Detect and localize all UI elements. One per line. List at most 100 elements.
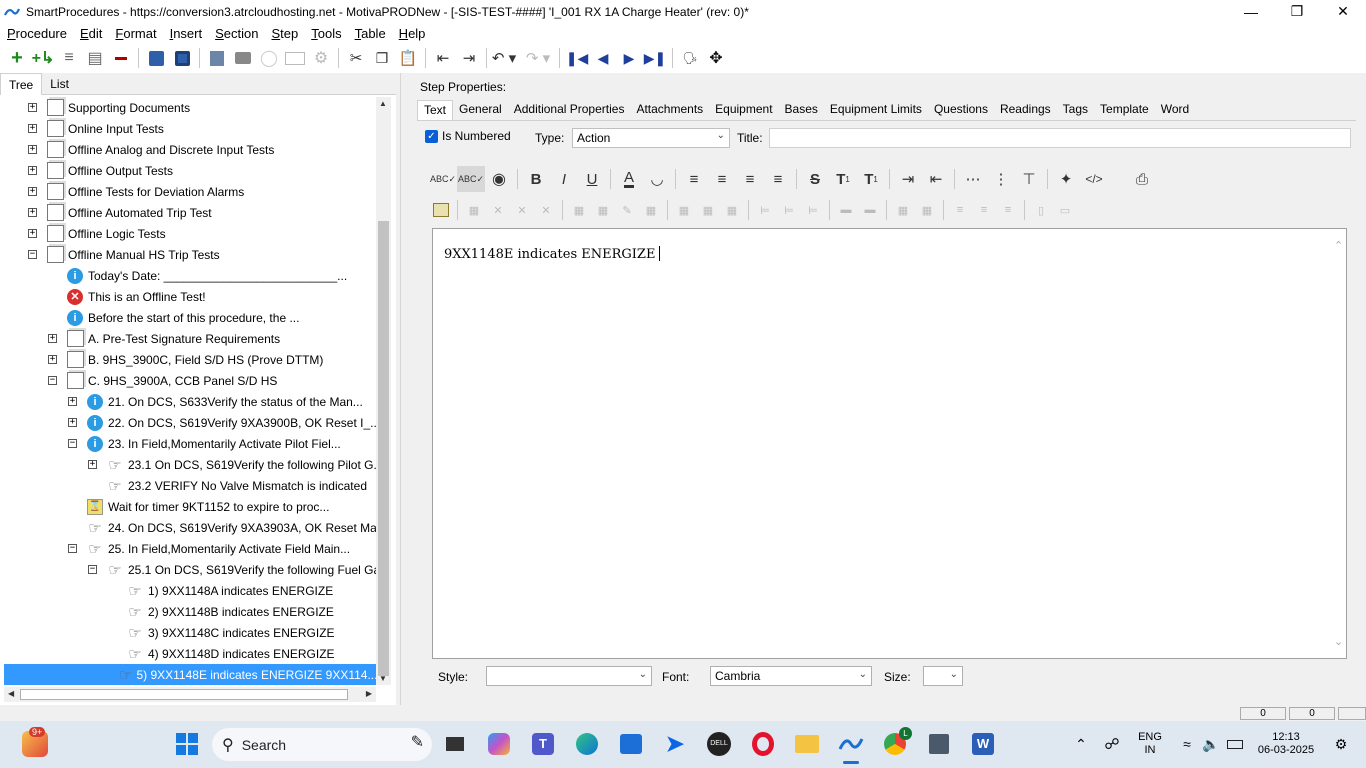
- strikethrough-icon[interactable]: S: [801, 166, 829, 192]
- export-icon[interactable]: [204, 45, 230, 71]
- expand-icon[interactable]: +: [88, 460, 97, 469]
- expand-icon[interactable]: +: [28, 208, 37, 217]
- menu-edit[interactable]: Edit: [80, 26, 102, 41]
- increase-indent-icon[interactable]: ⇥: [894, 166, 922, 192]
- tab-text[interactable]: Text: [417, 100, 454, 120]
- menu-format[interactable]: Format: [115, 26, 156, 41]
- scroll-thumb[interactable]: [378, 221, 389, 676]
- align-center-icon[interactable]: ≡: [708, 166, 736, 192]
- paste-icon[interactable]: 📋: [395, 45, 421, 71]
- expand-icon[interactable]: +: [48, 334, 57, 343]
- size-select[interactable]: ⌄: [923, 666, 963, 686]
- tree-node[interactable]: − ☞ 25. In Field,Momentarily Activate Fiel…: [68, 538, 350, 559]
- maximize-button[interactable]: ❐: [1274, 0, 1320, 23]
- align-left-icon[interactable]: ≡: [680, 166, 708, 192]
- tree-node[interactable]: + i 21. On DCS, S633Verify the status of t…: [68, 391, 363, 412]
- tree-node[interactable]: ☞ 2) 9XX1148B indicates ENERGIZE: [108, 601, 334, 622]
- tree-horizontal-scrollbar[interactable]: ◀ ▶: [4, 687, 376, 702]
- indent-icon[interactable]: ⇥: [456, 45, 482, 71]
- tab-template[interactable]: Template: [1094, 100, 1155, 120]
- collapse-icon[interactable]: −: [28, 250, 37, 259]
- spell-check-icon[interactable]: ABC✓: [429, 166, 457, 192]
- opera-icon[interactable]: [748, 729, 778, 759]
- expand-icon[interactable]: +: [68, 418, 77, 427]
- tab-word[interactable]: Word: [1155, 100, 1195, 120]
- teams-icon[interactable]: T: [528, 729, 558, 759]
- notification-center-icon[interactable]: ⚙: [1326, 729, 1356, 759]
- tree-node[interactable]: + i 22. On DCS, S619Verify 9XA3900B, OK Re…: [68, 412, 376, 433]
- scroll-right-icon[interactable]: ▶: [366, 689, 372, 698]
- tree-node[interactable]: ☞ 4) 9XX1148D indicates ENERGIZE: [108, 643, 334, 664]
- save-all-icon[interactable]: [143, 45, 169, 71]
- remove-icon[interactable]: [108, 45, 134, 71]
- step-text-editor[interactable]: 9XX1148E indicates ENERGIZE ⌃ ⌄: [432, 228, 1347, 659]
- dell-icon[interactable]: DELL: [704, 729, 734, 759]
- expand-icon[interactable]: +: [28, 124, 37, 133]
- is-numbered-checkbox[interactable]: ✓ Is Numbered: [425, 129, 511, 143]
- menu-step[interactable]: Step: [271, 26, 298, 41]
- collapse-icon[interactable]: −: [88, 565, 97, 574]
- expand-icon[interactable]: +: [68, 397, 77, 406]
- subscript-icon[interactable]: T1: [857, 166, 885, 192]
- insert-line-icon[interactable]: ⊤: [1015, 166, 1043, 192]
- type-select[interactable]: Action ⌄: [572, 128, 730, 148]
- add-child-icon[interactable]: +↳: [30, 45, 56, 71]
- tree-node[interactable]: + Offline Automated Trip Test: [28, 202, 212, 223]
- decrease-indent-icon[interactable]: ⇤: [922, 166, 950, 192]
- numbered-list-icon[interactable]: ⋮: [987, 166, 1015, 192]
- italic-icon[interactable]: I: [550, 166, 578, 192]
- outdent-icon[interactable]: ⇤: [430, 45, 456, 71]
- scroll-up-icon[interactable]: ▲: [379, 99, 387, 108]
- expand-icon[interactable]: +: [28, 229, 37, 238]
- expand-icon[interactable]: +: [28, 145, 37, 154]
- widgets-icon[interactable]: 9+: [18, 727, 52, 761]
- tree-node[interactable]: − C. 9HS_3900A, CCB Panel S/D HS: [48, 370, 277, 391]
- spell-check-icon[interactable]: 🗣: [677, 45, 703, 71]
- word-icon[interactable]: W: [968, 729, 998, 759]
- tree-node[interactable]: ☞ 1) 9XX1148A indicates ENERGIZE: [108, 580, 333, 601]
- file-explorer-icon[interactable]: [792, 729, 822, 759]
- tree-node[interactable]: ✕ This is an Offline Test!: [48, 286, 206, 307]
- tree-node[interactable]: ☞ 3) 9XX1148C indicates ENERGIZE: [108, 622, 334, 643]
- tree-node[interactable]: ☞ 24. On DCS, S619Verify 9XA3903A, OK Res…: [68, 517, 376, 538]
- tab-bases[interactable]: Bases: [779, 100, 824, 120]
- spell-check-auto-icon[interactable]: ABC✓: [457, 166, 485, 192]
- menu-help[interactable]: Help: [399, 26, 426, 41]
- previous-step-icon[interactable]: ◀: [590, 45, 616, 71]
- tree-node[interactable]: + Offline Logic Tests: [28, 223, 166, 244]
- collapse-icon[interactable]: −: [68, 544, 77, 553]
- expand-icon[interactable]: +: [28, 103, 37, 112]
- remote-desktop-icon[interactable]: [924, 729, 954, 759]
- chevron-up-icon[interactable]: ⌃: [1066, 729, 1096, 759]
- tab-general[interactable]: General: [453, 100, 508, 120]
- tab-additional-properties[interactable]: Additional Properties: [508, 100, 631, 120]
- copy-icon[interactable]: ❐: [369, 45, 395, 71]
- tab-equipment-limits[interactable]: Equipment Limits: [824, 100, 928, 120]
- add-icon[interactable]: +: [4, 45, 30, 71]
- collapse-icon[interactable]: −: [48, 376, 57, 385]
- font-select[interactable]: Cambria ⌄: [710, 666, 872, 686]
- print-icon[interactable]: [230, 45, 256, 71]
- editor-vertical-scrollbar[interactable]: ⌃ ⌄: [1332, 229, 1346, 658]
- superscript-icon[interactable]: T1: [829, 166, 857, 192]
- tree-node[interactable]: + A. Pre-Test Signature Requirements: [48, 328, 280, 349]
- scroll-up-icon[interactable]: ⌃: [1334, 239, 1343, 252]
- tree-vertical-scrollbar[interactable]: ▲ ▼: [376, 97, 391, 685]
- refresh-icon[interactable]: ◯: [256, 45, 282, 71]
- tree-node[interactable]: ⌛ Wait for timer 9KT1152 to expire to pro…: [68, 496, 329, 517]
- network-status-icon[interactable]: ☍: [1097, 729, 1127, 759]
- tab-readings[interactable]: Readings: [994, 100, 1057, 120]
- undo-icon[interactable]: ↶ ▾: [491, 45, 517, 71]
- highlight-icon[interactable]: ◉: [485, 166, 513, 192]
- lines-icon[interactable]: ≡: [56, 45, 82, 71]
- menu-section[interactable]: Section: [215, 26, 258, 41]
- tree-node[interactable]: ☞ 23.2 VERIFY No Valve Mismatch is indica…: [88, 475, 367, 496]
- scroll-down-icon[interactable]: ▼: [379, 674, 387, 683]
- tree-node[interactable]: − ☞ 25.1 On DCS, S619Verify the following …: [88, 559, 376, 580]
- chrome-icon[interactable]: L: [880, 727, 912, 759]
- power-automate-icon[interactable]: ➤: [660, 729, 690, 759]
- bulleted-list-icon[interactable]: ⋯: [959, 166, 987, 192]
- menu-procedure[interactable]: Procedure: [7, 26, 67, 41]
- scroll-thumb[interactable]: [20, 689, 348, 700]
- store-icon[interactable]: [616, 729, 646, 759]
